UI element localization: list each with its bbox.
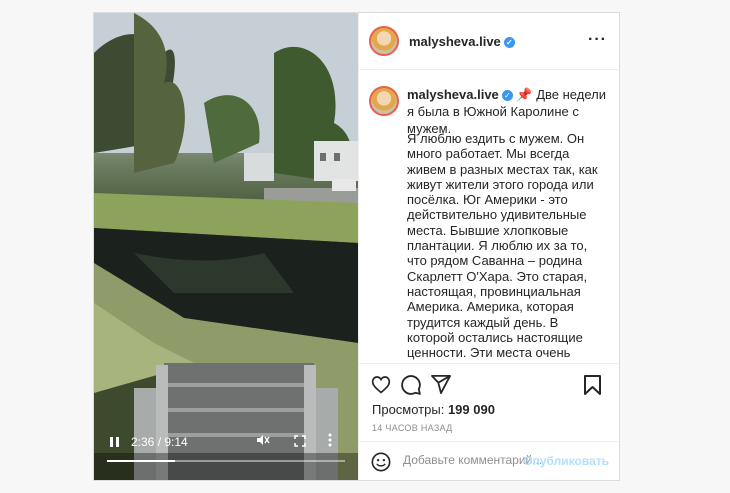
avatar[interactable] <box>369 26 399 56</box>
publish-button[interactable]: Опубликовать <box>523 454 609 468</box>
share-icon[interactable] <box>431 375 451 399</box>
views-count: Просмотры: 199 090 <box>372 402 495 417</box>
caption-username[interactable]: malysheva.live <box>407 87 499 102</box>
video-progress-fill <box>107 460 175 462</box>
heart-icon[interactable] <box>371 375 391 399</box>
header-username-block[interactable]: malysheva.live ✓ <box>409 34 515 49</box>
verified-badge-icon: ✓ <box>503 37 515 48</box>
views-value: 199 090 <box>447 402 495 417</box>
post-panel: malysheva.live ✓ ··· malysheva.live ✓ 📌 Дв… <box>358 13 621 480</box>
video-frame <box>94 13 358 480</box>
views-label: Просмотры: <box>372 402 445 417</box>
video-progress-bar[interactable] <box>107 460 345 462</box>
video-time: 2:36 / 9:14 <box>131 435 188 449</box>
post-card: 2:36 / 9:14 malysheva.live ✓ ··· malyshe… <box>93 12 621 481</box>
add-comment-bar: Опубликовать <box>359 441 621 481</box>
muted-speaker-icon[interactable] <box>256 433 270 450</box>
action-bar: Просмотры: 199 090 14 часов назад Опубли… <box>359 363 621 480</box>
video-controls: 2:36 / 9:14 <box>94 430 358 480</box>
caption-lead-block: malysheva.live ✓ 📌 Две недели я была в Юж… <box>407 86 607 137</box>
video-player[interactable]: 2:36 / 9:14 <box>94 13 358 480</box>
comment-input[interactable] <box>403 453 543 467</box>
verified-badge-icon: ✓ <box>501 90 513 101</box>
caption-area: malysheva.live ✓ 📌 Две недели я была в Юж… <box>359 71 621 363</box>
more-options-icon[interactable]: ··· <box>588 32 607 48</box>
more-vertical-icon[interactable] <box>328 433 332 450</box>
caption-body: Я люблю ездить с мужем. Он много работае… <box>407 131 598 363</box>
post-header: malysheva.live ✓ ··· <box>359 13 621 70</box>
bookmark-icon[interactable] <box>584 375 601 400</box>
comment-icon[interactable] <box>401 375 421 400</box>
fullscreen-icon[interactable] <box>294 435 306 450</box>
emoji-icon[interactable] <box>371 452 391 477</box>
header-username[interactable]: malysheva.live <box>409 34 501 49</box>
caption-avatar[interactable] <box>369 86 399 116</box>
pause-icon[interactable] <box>108 435 122 449</box>
post-timestamp[interactable]: 14 часов назад <box>372 423 453 433</box>
